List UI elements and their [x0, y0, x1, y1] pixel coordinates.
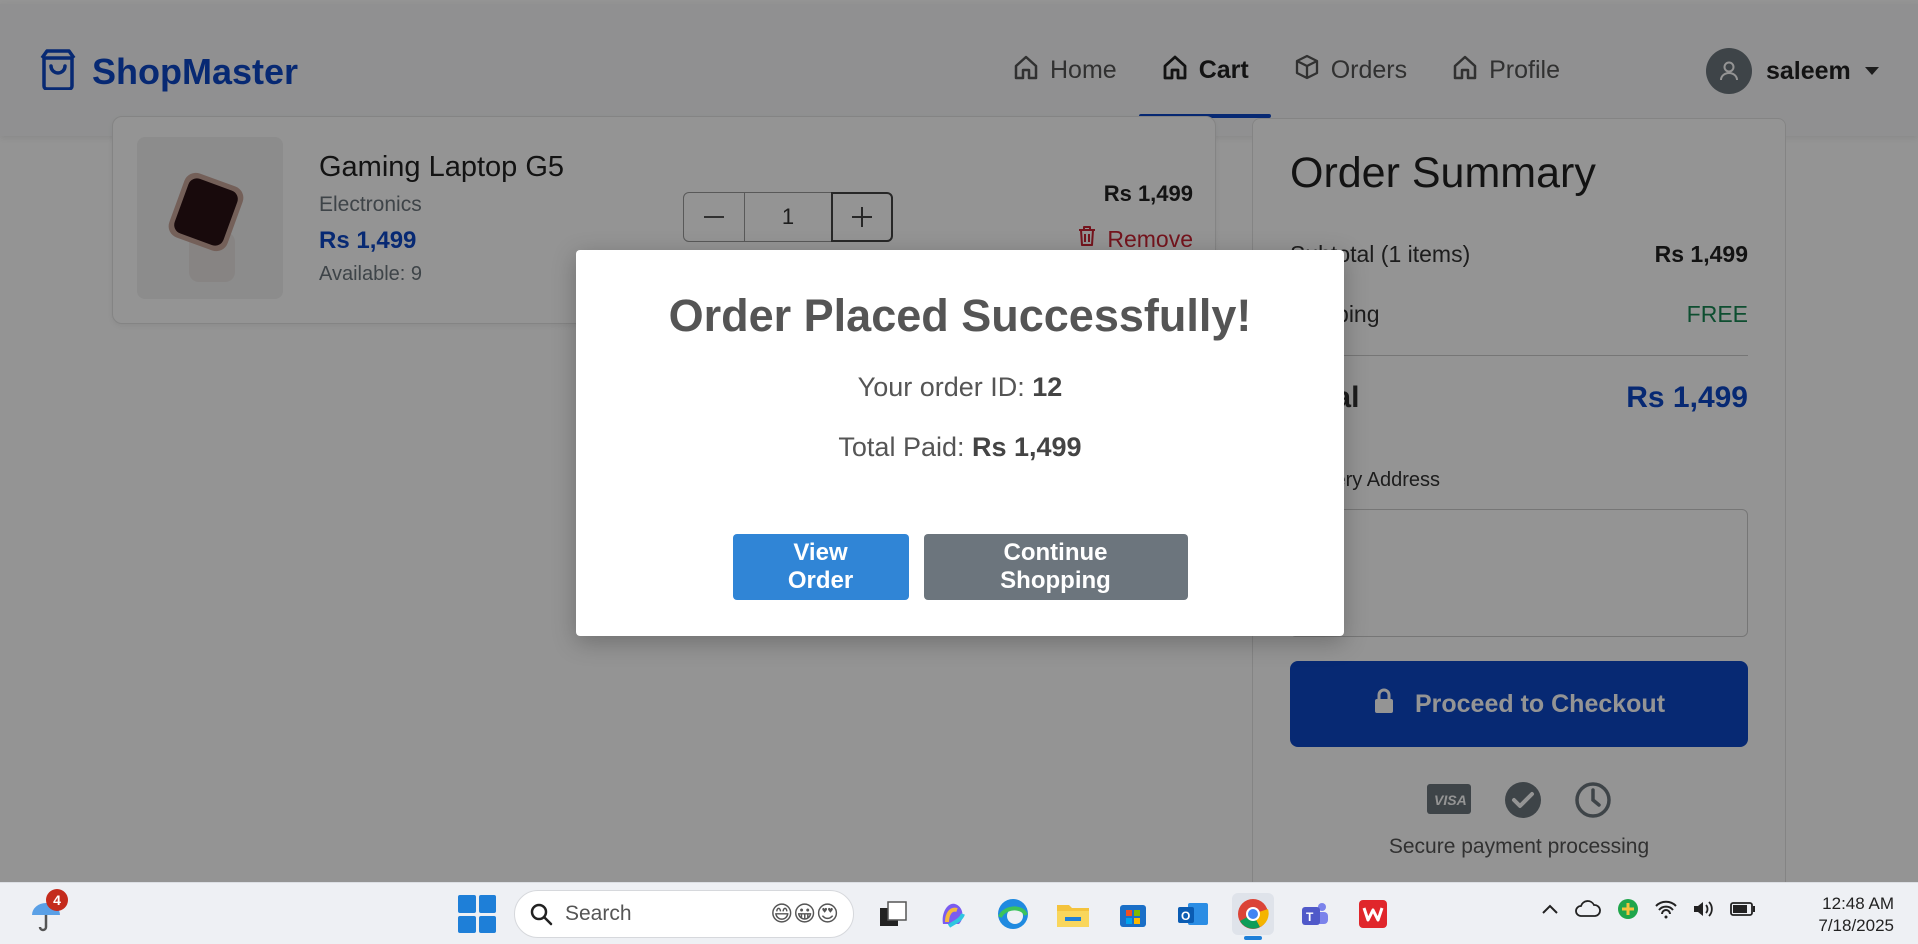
app-window: ShopMaster Home Cart Orders Profile sale… [0, 0, 1918, 882]
wps-office-icon[interactable] [1352, 893, 1394, 935]
outlook-icon[interactable]: O [1172, 893, 1214, 935]
teams-icon[interactable]: T [1292, 893, 1334, 935]
security-shield-icon[interactable] [1616, 897, 1640, 926]
clock-date: 7/18/2025 [1818, 916, 1894, 935]
modal-actions: View Order Continue Shopping [576, 534, 1344, 600]
wifi-icon[interactable] [1654, 899, 1678, 924]
order-id-label: Your order ID: [857, 372, 1033, 402]
order-success-modal: Order Placed Successfully! Your order ID… [576, 250, 1344, 636]
chevron-up-icon[interactable] [1540, 902, 1560, 921]
windows-start-icon[interactable] [458, 895, 496, 933]
chrome-icon[interactable] [1232, 893, 1274, 940]
view-order-button[interactable]: View Order [732, 534, 909, 600]
notification-badge: 4 [46, 889, 68, 911]
search-icon [530, 903, 553, 926]
task-view-icon[interactable] [872, 893, 914, 935]
onedrive-icon[interactable] [1574, 900, 1602, 923]
emoji-decoration-icon: 😄😀😍 [770, 901, 839, 926]
total-paid-label: Total Paid: [838, 432, 972, 462]
taskbar-search[interactable]: Search 😄😀😍 [514, 890, 854, 938]
taskbar: 4 Search 😄😀😍 O T 12:48 AM 7/18/2025 [0, 882, 1918, 944]
total-paid-line: Total Paid: Rs 1,499 [576, 432, 1344, 463]
clock[interactable]: 12:48 AM 7/18/2025 [1818, 893, 1894, 937]
edge-browser-icon[interactable] [992, 893, 1034, 935]
continue-shopping-button[interactable]: Continue Shopping [923, 534, 1188, 600]
taskbar-apps: Search 😄😀😍 O T [458, 890, 1394, 940]
order-id-line: Your order ID: 12 [576, 372, 1344, 403]
svg-text:T: T [1306, 910, 1314, 924]
battery-icon[interactable] [1730, 901, 1756, 922]
file-explorer-icon[interactable] [1052, 893, 1094, 935]
modal-title: Order Placed Successfully! [668, 290, 1252, 341]
volume-icon[interactable] [1692, 899, 1716, 924]
total-paid-value: Rs 1,499 [971, 432, 1082, 462]
copilot-icon[interactable] [932, 893, 974, 935]
svg-text:O: O [1181, 909, 1190, 923]
clock-time: 12:48 AM [1822, 894, 1894, 913]
microsoft-store-icon[interactable] [1112, 893, 1154, 935]
system-tray [1540, 897, 1756, 926]
order-id-value: 12 [1032, 372, 1063, 402]
search-placeholder: Search [565, 902, 632, 925]
